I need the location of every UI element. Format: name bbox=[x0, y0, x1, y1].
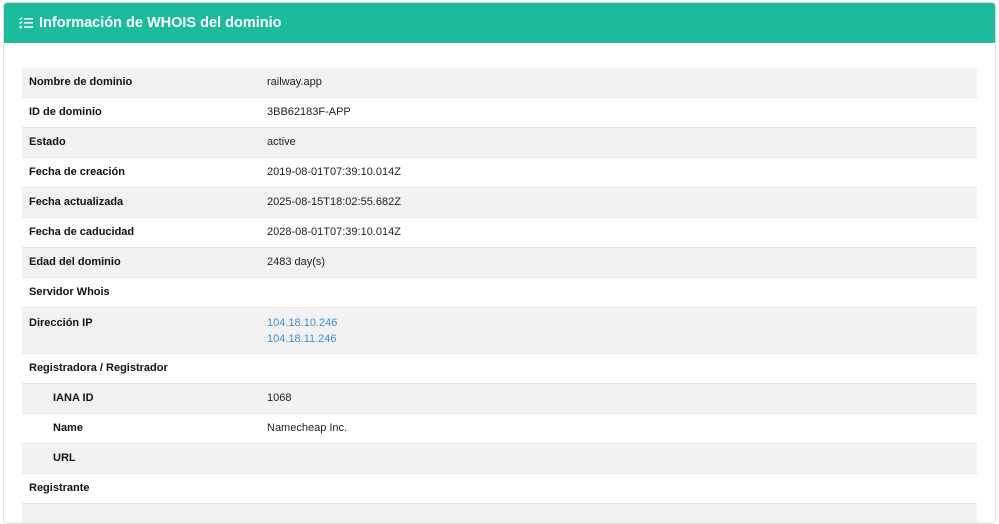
table-row: Name Namecheap Inc. bbox=[22, 414, 977, 444]
row-label: Name bbox=[22, 414, 260, 444]
whois-card: Información de WHOIS del dominio Nombre … bbox=[3, 2, 996, 524]
table-row: Fecha de caducidad 2028-08-01T07:39:10.0… bbox=[22, 218, 977, 248]
row-label: Fecha actualizada bbox=[22, 188, 260, 218]
card-header: Información de WHOIS del dominio bbox=[4, 3, 995, 43]
table-row: Fecha actualizada 2025-08-15T18:02:55.68… bbox=[22, 188, 977, 218]
registrar-url-value bbox=[260, 444, 977, 474]
row-label: Servidor Whois bbox=[22, 278, 260, 308]
whois-server-value bbox=[260, 278, 977, 308]
created-date-value: 2019-08-01T07:39:10.014Z bbox=[260, 158, 977, 188]
list-check-icon bbox=[19, 17, 33, 29]
row-label: Edad del dominio bbox=[22, 248, 260, 278]
row-label: URL bbox=[22, 444, 260, 474]
ip-address-link[interactable]: 104.18.11.246 bbox=[267, 331, 970, 347]
table-row: ID de dominio 3BB62183F-APP bbox=[22, 98, 977, 128]
registrar-name-value: Namecheap Inc. bbox=[260, 414, 977, 444]
row-label: Registrante bbox=[22, 474, 260, 504]
empty-cell bbox=[260, 354, 977, 384]
ip-address-link[interactable]: 104.18.10.246 bbox=[267, 315, 970, 331]
table-row: Registrante bbox=[22, 474, 977, 504]
table-row: Dirección IP 104.18.10.246 104.18.11.246 bbox=[22, 308, 977, 354]
row-label: Fecha de caducidad bbox=[22, 218, 260, 248]
ip-address-list: 104.18.10.246 104.18.11.246 bbox=[260, 308, 977, 354]
row-label: Registradora / Registrador bbox=[22, 354, 260, 384]
table-row: URL bbox=[22, 444, 977, 474]
row-label: Dirección IP bbox=[22, 308, 260, 354]
row-label bbox=[22, 504, 260, 524]
row-label: Estado bbox=[22, 128, 260, 158]
table-row: IANA ID 1068 bbox=[22, 384, 977, 414]
whois-table: Nombre de dominio railway.app ID de domi… bbox=[22, 68, 977, 524]
table-row: Estado active bbox=[22, 128, 977, 158]
row-label: Nombre de dominio bbox=[22, 68, 260, 98]
empty-cell bbox=[260, 474, 977, 504]
card-title: Información de WHOIS del dominio bbox=[39, 15, 281, 31]
table-row: Servidor Whois bbox=[22, 278, 977, 308]
expiry-date-value: 2028-08-01T07:39:10.014Z bbox=[260, 218, 977, 248]
card-body: Nombre de dominio railway.app ID de domi… bbox=[4, 43, 995, 524]
table-row: Edad del dominio 2483 day(s) bbox=[22, 248, 977, 278]
row-label: IANA ID bbox=[22, 384, 260, 414]
domain-id-value: 3BB62183F-APP bbox=[260, 98, 977, 128]
domain-age-value: 2483 day(s) bbox=[260, 248, 977, 278]
row-label: Fecha de creación bbox=[22, 158, 260, 188]
domain-name-value: railway.app bbox=[260, 68, 977, 98]
status-value: active bbox=[260, 128, 977, 158]
empty-cell bbox=[260, 504, 977, 524]
table-row: Registradora / Registrador bbox=[22, 354, 977, 384]
table-row: Fecha de creación 2019-08-01T07:39:10.01… bbox=[22, 158, 977, 188]
table-row: Nombre de dominio railway.app bbox=[22, 68, 977, 98]
table-row bbox=[22, 504, 977, 524]
updated-date-value: 2025-08-15T18:02:55.682Z bbox=[260, 188, 977, 218]
iana-id-value: 1068 bbox=[260, 384, 977, 414]
row-label: ID de dominio bbox=[22, 98, 260, 128]
